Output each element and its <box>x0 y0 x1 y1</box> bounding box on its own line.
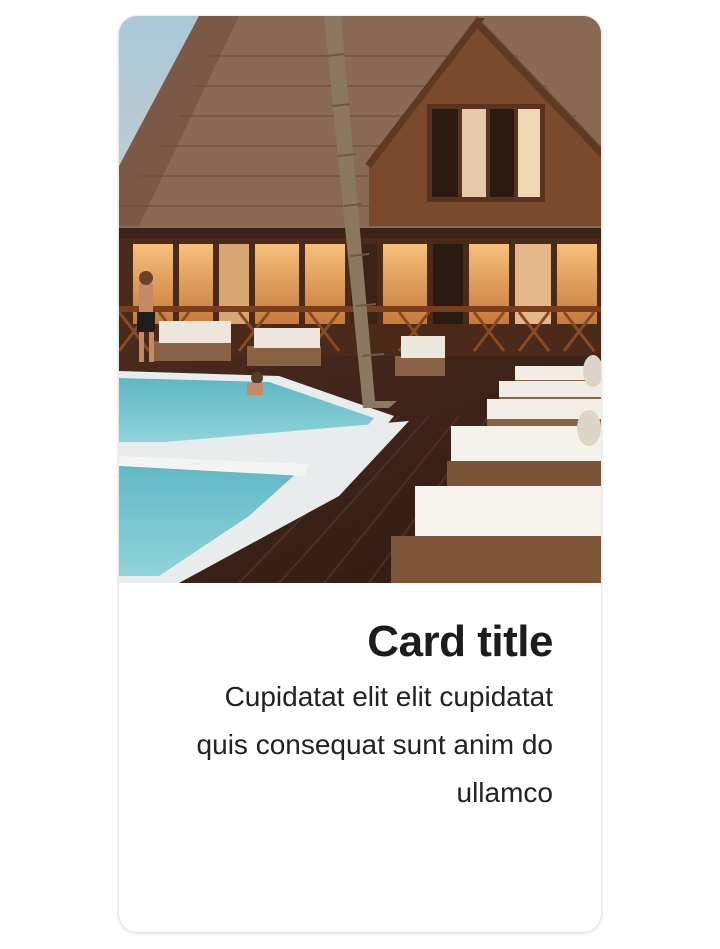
card-title: Card title <box>367 617 553 666</box>
card-body: Card title Cupidatat elit elit cupidatat… <box>119 583 601 932</box>
card[interactable]: Card title Cupidatat elit elit cupidatat… <box>119 16 601 932</box>
card-image <box>119 16 601 583</box>
card-text: Cupidatat elit elit cupidatat quis conse… <box>196 681 553 808</box>
